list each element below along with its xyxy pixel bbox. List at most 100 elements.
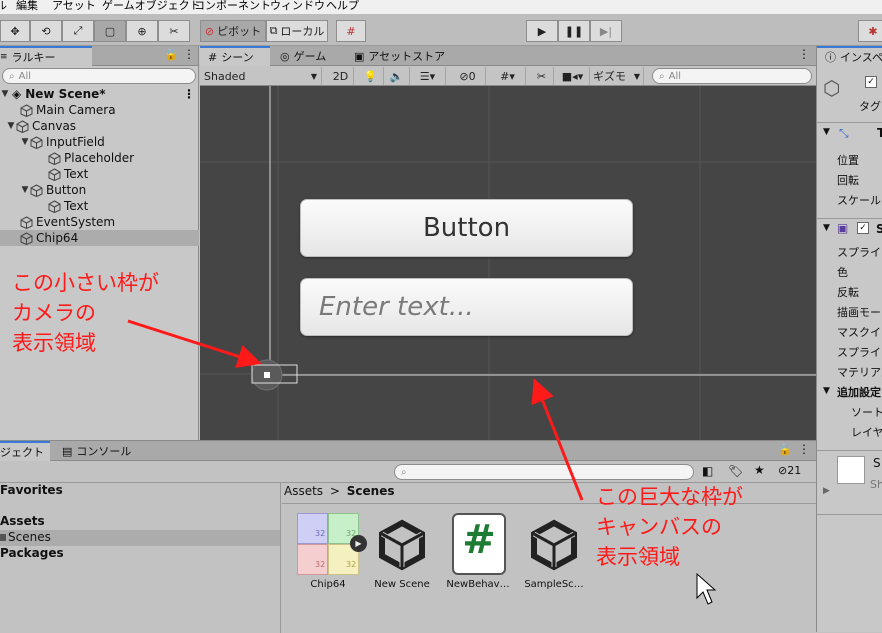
menu-item-edit[interactable]: 編集 <box>16 0 38 13</box>
menu-dots-icon[interactable]: ⋮ <box>798 442 810 456</box>
fold-triangle-icon[interactable]: ▼ <box>823 223 830 233</box>
tab-scene-label: シーン <box>221 51 254 64</box>
tools-icon[interactable]: ✂ <box>530 67 554 85</box>
search-icon: ⌕ <box>9 70 15 82</box>
menu-item-gameobject[interactable]: ゲームオブジェクト <box>102 0 201 13</box>
menu-item-component[interactable]: コンポーネント <box>194 0 271 13</box>
eye-slash-icon: ⊘ <box>459 69 469 83</box>
camera-icon[interactable]: ■◂▾ <box>556 67 590 85</box>
audio-icon[interactable]: 🔈 <box>384 67 410 85</box>
tab-asset-store[interactable]: ▣ アセットストア <box>346 46 453 66</box>
hierarchy-item-canvas[interactable]: ▼ Canvas <box>0 118 199 134</box>
material-shader: Sh <box>870 478 882 491</box>
menu-item-help[interactable]: ヘルプ <box>326 0 359 13</box>
filter-by-type-icon[interactable]: ◧ <box>702 464 713 478</box>
shading-dropdown[interactable]: Shaded ▼ <box>200 67 322 85</box>
tab-project[interactable]: ジェクト <box>0 441 50 461</box>
shading-value: Shaded <box>204 69 246 83</box>
expand-triangle-icon[interactable]: ▼ <box>0 89 10 99</box>
collab-icon[interactable]: ✱ <box>858 20 882 42</box>
hierarchy-item-inputfield[interactable]: ▼ InputField <box>0 134 199 150</box>
material-preview-swatch[interactable] <box>837 456 865 484</box>
order-in-layer-label: レイヤー <box>851 426 882 439</box>
eye-slash-icon: ⊘ <box>778 464 788 477</box>
tab-inspector[interactable]: ⓘ インスペク <box>817 46 882 66</box>
lock-icon[interactable]: 🔒 <box>164 48 178 61</box>
favorites-item[interactable]: Favorites <box>0 483 63 497</box>
sprite-renderer-checkbox[interactable]: ✓ <box>857 222 869 234</box>
ui-input-preview[interactable]: Enter text... <box>300 278 633 336</box>
scene-row[interactable]: ▼ ◈ New Scene* ⋮ <box>0 86 199 102</box>
rotate-tool-icon[interactable]: ⟲ <box>30 20 62 42</box>
hierarchy-item-button-text[interactable]: Text <box>0 198 199 214</box>
transform-header[interactable]: ▼ ⤡ T <box>817 122 882 144</box>
expand-triangle-icon[interactable]: ▼ <box>20 185 30 195</box>
active-checkbox[interactable]: ✓ <box>865 76 877 88</box>
step-button-icon[interactable]: ▶| <box>590 20 622 42</box>
hierarchy-item-chip64[interactable]: Chip64 <box>0 230 199 246</box>
breadcrumb-scenes[interactable]: Scenes <box>347 484 395 498</box>
local-toggle-button[interactable]: ⧉ ローカル <box>266 20 328 42</box>
rect-tool-icon[interactable]: ▢ <box>94 20 126 42</box>
gizmos-dropdown[interactable]: ギズモ ▼ <box>590 67 644 85</box>
pause-button-icon[interactable]: ❚❚ <box>558 20 590 42</box>
scenes-folder-item[interactable]: Scenes <box>0 530 280 546</box>
fold-triangle-icon[interactable]: ▶ <box>823 486 830 496</box>
tab-game-label: ゲーム <box>293 50 327 63</box>
custom-tool-icon[interactable]: ✂ <box>158 20 190 42</box>
hierarchy-search-input[interactable]: ⌕ All <box>2 68 196 84</box>
scale-tool-icon[interactable]: ⤢ <box>62 20 94 42</box>
ui-button-preview[interactable]: Button <box>300 199 633 257</box>
fold-triangle-icon[interactable]: ▼ <box>823 386 830 396</box>
pivot-toggle-button[interactable]: ⊘ ピボット <box>200 20 266 42</box>
scene-menu-icon[interactable]: ⋮ <box>798 47 810 61</box>
hierarchy-item-button[interactable]: ▼ Button <box>0 182 199 198</box>
item-label: Button <box>46 183 87 197</box>
tab-game[interactable]: ◎ ゲーム <box>272 46 334 66</box>
scene-search-input[interactable]: ⌕ All <box>652 68 812 84</box>
menu-item-assets[interactable]: アセット <box>52 0 96 13</box>
menu-dots-icon[interactable]: ⋮ <box>183 47 195 61</box>
expand-play-icon[interactable]: ▶ <box>350 535 367 552</box>
cell-number: 32 <box>315 529 326 538</box>
ui-button-text: Button <box>422 213 511 243</box>
fold-triangle-icon[interactable]: ▼ <box>823 127 830 137</box>
search-icon: ⌕ <box>401 466 407 478</box>
search-icon: ⌕ <box>659 70 665 82</box>
move-tool-icon[interactable]: ✥ <box>0 20 30 42</box>
breadcrumb: Assets > Scenes <box>284 484 395 498</box>
scene-viewport[interactable]: Button Enter text... <box>200 86 816 440</box>
scene-name: New Scene* <box>25 87 106 101</box>
hierarchy-item-eventsystem[interactable]: EventSystem <box>0 214 199 230</box>
effects-icon[interactable]: ☰▾ <box>410 67 446 85</box>
play-button-icon[interactable]: ▶ <box>526 20 558 42</box>
menu-item-file[interactable]: ル <box>0 0 7 13</box>
grid-toggle-icon[interactable]: #▾ <box>490 67 526 85</box>
hidden-packages-toggle[interactable]: ⊘21 <box>778 464 801 477</box>
hierarchy-item-main-camera[interactable]: Main Camera <box>0 102 199 118</box>
menu-item-window[interactable]: ウィンドウ <box>270 0 325 13</box>
favorite-star-icon[interactable]: ★ <box>754 463 765 477</box>
transform-tool-icon[interactable]: ⊕ <box>126 20 158 42</box>
local-label: ローカル <box>280 25 325 38</box>
breadcrumb-assets[interactable]: Assets <box>284 484 323 498</box>
expand-triangle-icon[interactable]: ▼ <box>6 121 16 131</box>
expand-triangle-icon[interactable]: ▼ <box>20 137 30 147</box>
visibility-icon[interactable]: ⊘ 0 <box>450 67 486 85</box>
tab-hierarchy[interactable]: ≡ ラルキー <box>0 46 92 66</box>
toggle-2d-button[interactable]: 2D <box>328 67 354 85</box>
inspector-tab-label: インスペク <box>840 51 882 64</box>
tab-scene[interactable]: # シーン <box>200 46 270 66</box>
sprite-renderer-header[interactable]: ▼ ▣ ✓ S <box>817 218 882 240</box>
scene-menu-icon[interactable]: ⋮ <box>183 87 195 101</box>
assets-item[interactable]: Assets <box>0 514 45 528</box>
filter-by-label-icon[interactable]: 🏷 <box>728 464 743 478</box>
packages-item[interactable]: Packages <box>0 546 64 560</box>
grid-snap-icon[interactable]: # <box>336 20 366 42</box>
project-search-input[interactable]: ⌕ <box>394 464 694 480</box>
hierarchy-item-placeholder[interactable]: Placeholder <box>0 150 199 166</box>
lock-icon[interactable]: 🔒 <box>778 443 792 456</box>
hierarchy-item-text[interactable]: Text <box>0 166 199 182</box>
light-bulb-icon[interactable]: 💡 <box>358 67 384 85</box>
tab-console[interactable]: ▤ コンソール <box>54 441 139 461</box>
